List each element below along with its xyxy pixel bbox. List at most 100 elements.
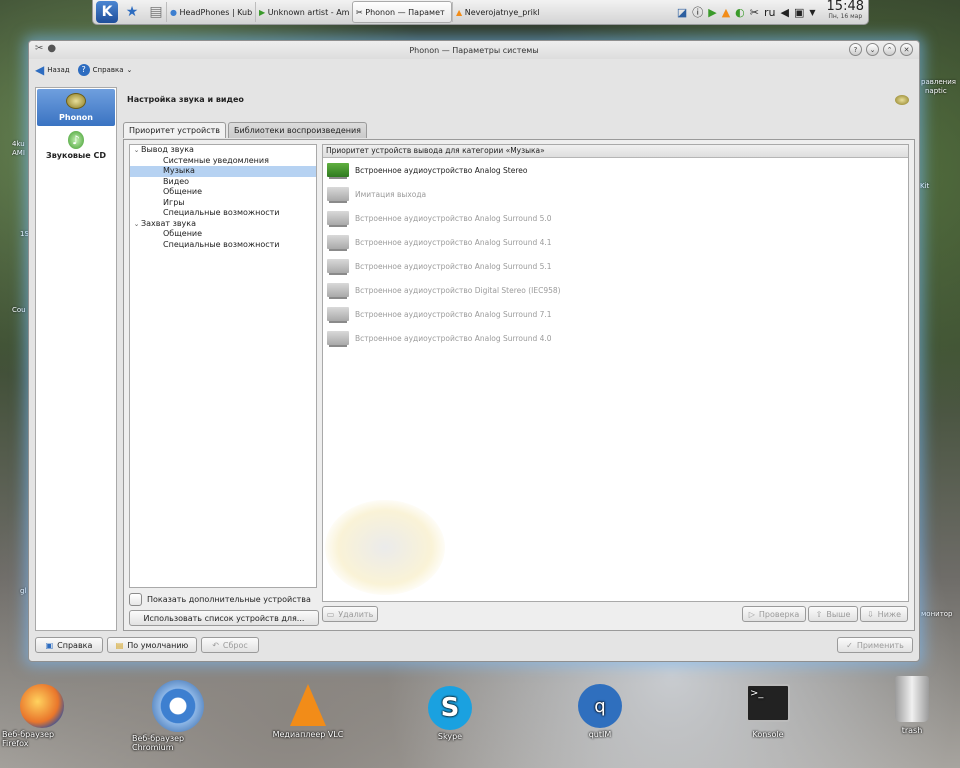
edge-left-label: AMI <box>12 149 25 157</box>
tree-item[interactable]: Специальные возможности <box>130 240 316 251</box>
use-device-list-button[interactable]: Использовать список устройств для... <box>129 610 319 626</box>
chevron-down-icon[interactable]: ⌄ <box>132 145 141 156</box>
arrow-left-icon: ◀ <box>35 63 45 77</box>
desktop-icon-konsole[interactable]: >_ Konsole <box>728 684 808 739</box>
scissors-icon[interactable]: ✂ <box>750 6 759 19</box>
tree-item[interactable]: Видео <box>130 177 316 188</box>
chevron-down-icon: ⌄ <box>126 66 133 74</box>
apply-button[interactable]: ✓ Применить <box>837 637 913 653</box>
keyboard-layout-indicator[interactable]: ru <box>764 6 776 19</box>
checkbox-box[interactable] <box>129 593 142 606</box>
tab-backends[interactable]: Библиотеки воспроизведения <box>228 122 367 138</box>
device-item[interactable]: Встроенное аудиоустройство Analog Surrou… <box>323 326 908 350</box>
toolbar: ◀ Назад ? Справка ⌄ <box>29 59 919 81</box>
clock[interactable]: 15:48 Пн, 16 мар <box>827 0 864 22</box>
tree-item[interactable]: Системные уведомления <box>130 156 316 167</box>
tree-item[interactable]: Специальные возможности <box>130 208 316 219</box>
test-button[interactable]: ▷ Проверка <box>742 606 806 622</box>
sound-card-icon <box>327 235 349 251</box>
close-icon[interactable]: ✕ <box>900 43 913 56</box>
play-icon: ▷ <box>748 609 755 619</box>
device-list-header: Приоритет устройств вывода для категории… <box>323 145 908 158</box>
phonon-icon <box>895 95 909 105</box>
desktop-icon-firefox[interactable]: Веб-браузер Firefox <box>2 684 82 748</box>
window-titlebar[interactable]: ✂ ● Phonon — Параметры системы ? ⌄ ⌃ ✕ <box>29 41 919 59</box>
window-menu-icon[interactable]: ✂ <box>35 43 43 54</box>
tab-device-priority[interactable]: Приоритет устройств <box>123 122 226 138</box>
tree-item[interactable]: Общение <box>130 229 316 240</box>
task-neverojatnye[interactable]: ▲ Neverojatnye_prikl <box>452 2 549 22</box>
chevron-down-icon[interactable]: ⌄ <box>132 219 141 230</box>
arrow-down-icon: ⇩ <box>866 609 874 619</box>
tree-item[interactable]: Общение <box>130 187 316 198</box>
settings-icon: ✂ <box>356 7 363 17</box>
pager-icon[interactable]: ▤ <box>146 2 166 22</box>
desktop-icon-vlc[interactable]: Медиаплеер VLC <box>268 684 348 739</box>
pin-icon[interactable]: ● <box>47 43 56 54</box>
device-buttons: ▭ Удалить ▷ Проверка ⇧ Выше ⇩ Ниже <box>322 606 908 622</box>
play-icon[interactable]: ▶ <box>708 6 716 19</box>
move-down-button[interactable]: ⇩ Ниже <box>860 606 908 622</box>
sound-card-icon <box>327 307 349 323</box>
task-phonon[interactable]: ✂ Phonon — Парамет <box>352 1 452 23</box>
clock-date: Пн, 16 мар <box>828 13 863 20</box>
sidebar: Phonon ♪ Звуковые CD <box>35 87 117 631</box>
sidebar-item-label: Phonon <box>59 113 93 122</box>
desktop-icon-skype[interactable]: S Skype <box>410 686 490 741</box>
device-item[interactable]: Встроенное аудиоустройство Analog Surrou… <box>323 302 908 326</box>
clipboard-icon[interactable]: ▣ <box>794 6 804 19</box>
help-icon[interactable]: ? <box>849 43 862 56</box>
volume-icon[interactable]: ◀ <box>781 6 789 19</box>
sidebar-item-label: Звуковые CD <box>46 151 106 160</box>
firefox-icon <box>20 684 64 728</box>
move-up-button[interactable]: ⇧ Выше <box>808 606 858 622</box>
help-button[interactable]: ▣ Справка <box>35 637 103 653</box>
back-button[interactable]: ◀ Назад <box>35 63 70 77</box>
arrow-up-icon: ⇧ <box>815 609 823 619</box>
phonon-icon <box>66 93 86 109</box>
desktop-icon-trash[interactable]: trash <box>876 676 948 735</box>
sidebar-item-audio-cd[interactable]: ♪ Звуковые CD <box>36 127 116 164</box>
device-list: Приоритет устройств вывода для категории… <box>322 144 909 602</box>
info-icon[interactable]: ⓘ <box>692 4 703 20</box>
tree-item-audio-capture[interactable]: ⌄ Захват звука <box>130 219 316 230</box>
tree-item-audio-output[interactable]: ⌄ Вывод звука <box>130 145 316 156</box>
tab-pane: ⌄ Вывод звука Системные уведомления Музык… <box>123 139 915 631</box>
maximize-icon[interactable]: ⌃ <box>883 43 896 56</box>
desktop-icon-chromium[interactable]: Веб-браузер Chromium <box>132 680 224 752</box>
remove-button[interactable]: ▭ Удалить <box>322 606 378 622</box>
help-book-icon: ▣ <box>45 640 54 650</box>
device-item[interactable]: Имитация выхода <box>323 182 908 206</box>
speaker-watermark-icon <box>325 500 445 595</box>
show-advanced-devices-checkbox[interactable]: Показать дополнительные устройства <box>129 593 311 606</box>
help-menu-button[interactable]: ? Справка ⌄ <box>77 64 133 76</box>
reset-button[interactable]: ↶ Сброс <box>201 637 259 653</box>
edge-right-label: naptic <box>925 87 947 95</box>
star-icon[interactable]: ★ <box>122 2 142 22</box>
device-item[interactable]: Встроенное аудиоустройство Analog Surrou… <box>323 230 908 254</box>
top-panel: K ★ ▤ ● HeadPhones | Kub ▶ Unknown artis… <box>92 0 869 25</box>
chevron-down-icon[interactable]: ▼ <box>809 8 815 17</box>
sync-icon[interactable]: ◐ <box>735 6 745 19</box>
device-item[interactable]: Встроенное аудиоустройство Digital Stere… <box>323 278 908 302</box>
undo-icon: ↶ <box>212 640 219 650</box>
sidebar-item-phonon[interactable]: Phonon <box>37 89 115 126</box>
sound-card-icon <box>327 187 349 203</box>
device-item[interactable]: Встроенное аудиоустройство Analog Surrou… <box>323 254 908 278</box>
bottom-bar: ▣ Справка ▤ По умолчанию ↶ Сброс ✓ Применить <box>35 637 913 655</box>
category-tree: ⌄ Вывод звука Системные уведомления Музык… <box>129 144 317 588</box>
page-title: Настройка звука и видео <box>127 95 244 104</box>
minimize-icon[interactable]: ⌄ <box>866 43 879 56</box>
task-unknown-artist[interactable]: ▶ Unknown artist - Am <box>255 2 352 22</box>
device-item[interactable]: Встроенное аудиоустройство Analog Surrou… <box>323 206 908 230</box>
desktop-icon-qutim[interactable]: q qutIM <box>560 684 640 739</box>
edge-right-label: равления <box>921 78 956 86</box>
kde-menu-button[interactable]: K <box>96 1 118 23</box>
network-icon[interactable]: ◪ <box>677 6 687 19</box>
tree-item-music[interactable]: Музыка <box>130 166 316 177</box>
task-headphones[interactable]: ● HeadPhones | Kub <box>166 2 255 22</box>
vlc-tray-icon[interactable]: ▲ <box>722 6 730 19</box>
tree-item[interactable]: Игры <box>130 198 316 209</box>
device-item[interactable]: Встроенное аудиоустройство Analog Stereo <box>323 158 908 182</box>
defaults-button[interactable]: ▤ По умолчанию <box>107 637 197 653</box>
